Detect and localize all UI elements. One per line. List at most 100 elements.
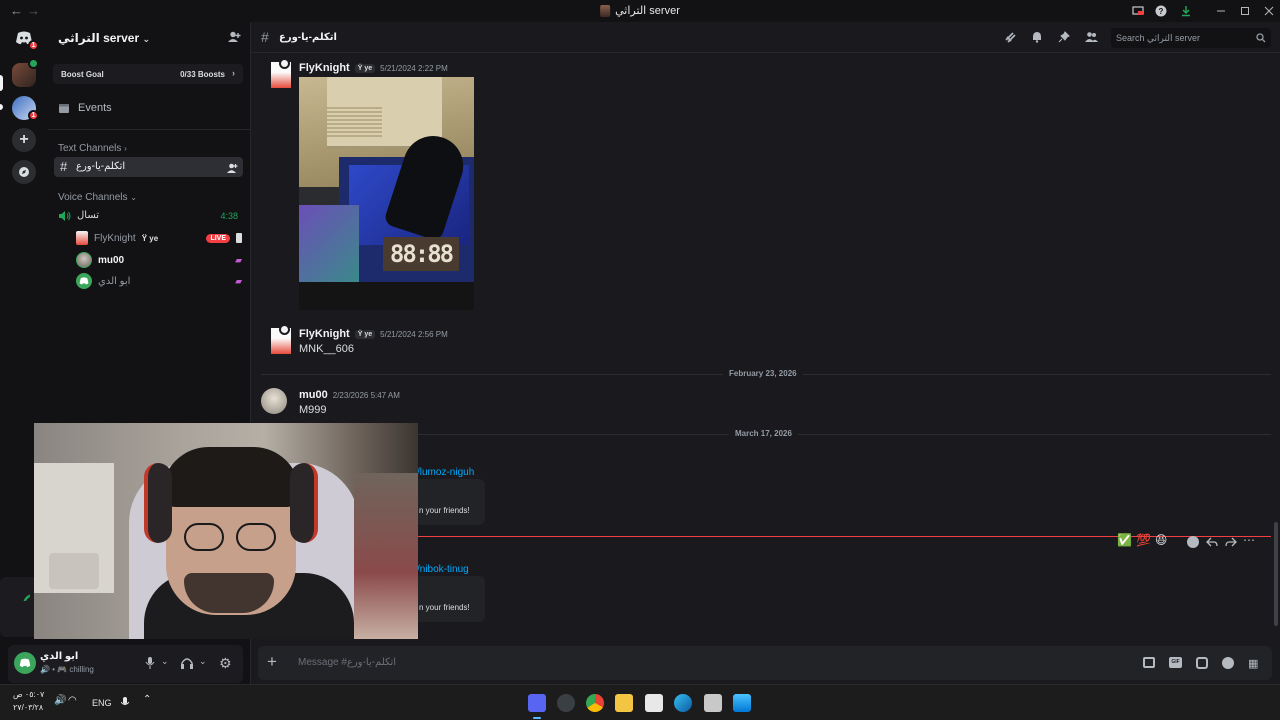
search-box[interactable]: Search التراثي server — [1111, 28, 1271, 48]
channel-title: اتكلم-يا-ورع — [279, 32, 337, 43]
add-member-icon[interactable] — [227, 161, 238, 179]
scrollbar[interactable] — [1274, 522, 1278, 626]
text-channels-header[interactable]: Text Channels › — [58, 143, 127, 154]
add-server-icon[interactable]: + — [12, 128, 36, 152]
reply-icon[interactable] — [1206, 536, 1218, 548]
reaction-laugh-icon[interactable]: 😆 — [1155, 533, 1168, 547]
server-name-header[interactable]: التراثي server ⌄ — [58, 31, 150, 45]
divider — [48, 129, 250, 130]
reaction-check-icon[interactable]: ✅ — [1117, 533, 1132, 547]
invite-url[interactable]: /nibok-tinug — [417, 564, 469, 575]
invite-card[interactable]: n your friends! — [417, 479, 485, 525]
clock-time[interactable]: ٠٥:٠٧ ص — [13, 690, 44, 699]
reaction-100-icon[interactable]: 💯 — [1136, 533, 1151, 547]
invite-link[interactable]: /nibok-tinug — [417, 559, 469, 577]
emoji-icon[interactable] — [1222, 657, 1234, 669]
game-activity-icon: ▰ — [235, 254, 242, 265]
date-divider-label: March 17, 2026 — [729, 429, 798, 438]
message-composer[interactable]: + Message #اتكلم-يا-ورع GIF ▦ — [258, 646, 1272, 680]
voice-user-name: ابو الدي — [98, 275, 131, 287]
microphone-icon[interactable] — [121, 697, 129, 708]
more-options-icon[interactable]: ⋯ — [1243, 533, 1255, 547]
invite-member-icon[interactable] — [228, 31, 241, 46]
voice-user-abu[interactable]: ابو الدي ▰ — [76, 273, 242, 289]
channel-item-active[interactable]: # اتكلم-يا-ورع — [54, 157, 243, 177]
user-tag: ye — [149, 233, 159, 243]
sticker-icon[interactable] — [1196, 657, 1208, 669]
file-explorer-icon[interactable] — [615, 694, 633, 712]
edge-icon[interactable] — [674, 694, 692, 712]
screen-share-icon[interactable] — [1129, 2, 1147, 20]
microphone-icon[interactable] — [145, 657, 155, 669]
bell-icon[interactable] — [1030, 30, 1044, 44]
explore-icon[interactable] — [12, 160, 36, 184]
chevron-up-icon[interactable]: ⌃ — [143, 694, 151, 705]
window-title-text: التراثي server — [615, 5, 680, 17]
voice-channels-header[interactable]: Voice Channels ⌄ — [58, 192, 137, 203]
chevron-down-icon[interactable]: ⌄ — [199, 656, 207, 667]
invite-link[interactable]: /lumoz-niguh — [417, 462, 474, 480]
date-divider-label: February 23, 2026 — [723, 369, 803, 378]
server-icon-crystal[interactable]: 1 — [12, 96, 39, 121]
add-attachment-icon[interactable]: + — [267, 652, 277, 672]
voice-user-mu00[interactable]: mu00 ▰ — [76, 252, 242, 268]
active-app-indicator — [533, 717, 541, 719]
voice-user-name: mu00 — [98, 254, 125, 266]
apps-icon[interactable]: ▦ — [1248, 657, 1258, 670]
signal-icon[interactable] — [18, 589, 30, 601]
message-author[interactable]: FlyKnight — [299, 62, 350, 74]
chevron-down-icon: ⌄ — [130, 193, 137, 202]
message-image-attachment[interactable]: 88:88 — [299, 77, 474, 310]
download-icon[interactable] — [1177, 2, 1195, 20]
forward-arrow-icon[interactable]: → — [27, 3, 40, 18]
app-taskbar-icon[interactable] — [704, 694, 722, 712]
wifi-icon[interactable]: ◠ — [68, 695, 77, 706]
invite-card[interactable]: n your friends! — [417, 576, 485, 622]
chevron-right-icon: › — [124, 144, 127, 153]
members-icon[interactable] — [1084, 30, 1098, 44]
message-input[interactable]: Message #اتكلم-يا-ورع — [298, 657, 396, 668]
app-taskbar-icon[interactable] — [557, 694, 575, 712]
headphones-icon[interactable] — [181, 657, 193, 669]
calendar-icon — [59, 104, 69, 113]
user-avatar[interactable] — [14, 652, 36, 674]
discord-taskbar-icon[interactable] — [528, 694, 546, 712]
voice-activity-badge — [28, 58, 39, 69]
back-arrow-icon[interactable]: ← — [10, 3, 23, 18]
avatar[interactable] — [261, 388, 287, 414]
gif-icon[interactable]: GIF — [1169, 657, 1182, 668]
discord-home-icon[interactable]: 1 — [12, 26, 39, 51]
language-indicator[interactable]: ENG — [92, 698, 112, 708]
add-reaction-icon[interactable] — [1187, 536, 1199, 548]
boost-goal-bar[interactable]: Boost Goal 0/33 Boosts › — [53, 64, 243, 84]
message-author[interactable]: mu00 — [299, 389, 328, 401]
server-icon-traathi[interactable] — [12, 58, 39, 87]
maximize-icon[interactable] — [1236, 2, 1254, 20]
close-icon[interactable] — [1260, 2, 1278, 20]
message-text: M999 — [299, 404, 327, 416]
avatar — [76, 252, 92, 268]
avatar — [76, 231, 88, 245]
voice-channel-item[interactable]: تسال 4:38 — [58, 209, 240, 225]
threads-icon[interactable] — [1003, 30, 1017, 44]
events-item[interactable]: Events — [58, 102, 112, 114]
invite-url[interactable]: /lumoz-niguh — [417, 467, 474, 478]
forward-icon[interactable] — [1225, 536, 1237, 548]
message-author[interactable]: FlyKnight — [299, 328, 350, 340]
user-name[interactable]: ابو الدي — [40, 651, 78, 662]
notification-badge: 1 — [28, 40, 39, 51]
settings-gear-icon[interactable]: ⚙ — [219, 655, 232, 672]
voice-user-flyknight[interactable]: FlyKnight Ÿ ye LIVE — [76, 231, 242, 245]
selected-server-indicator — [0, 75, 3, 91]
minimize-icon[interactable] — [1212, 2, 1230, 20]
chevron-down-icon[interactable]: ⌄ — [161, 656, 169, 667]
gift-icon[interactable] — [1143, 657, 1155, 668]
store-icon[interactable] — [645, 694, 663, 712]
volume-icon[interactable]: 🔊 — [54, 695, 66, 706]
voice-channel-name: تسال — [77, 210, 100, 221]
chrome-icon[interactable] — [586, 694, 604, 712]
pin-icon[interactable] — [1057, 30, 1071, 44]
clock-date[interactable]: ٢٧/٠٣/٢٨ — [13, 703, 43, 712]
help-icon[interactable]: ? — [1152, 2, 1170, 20]
windows-start-icon[interactable] — [733, 694, 751, 712]
